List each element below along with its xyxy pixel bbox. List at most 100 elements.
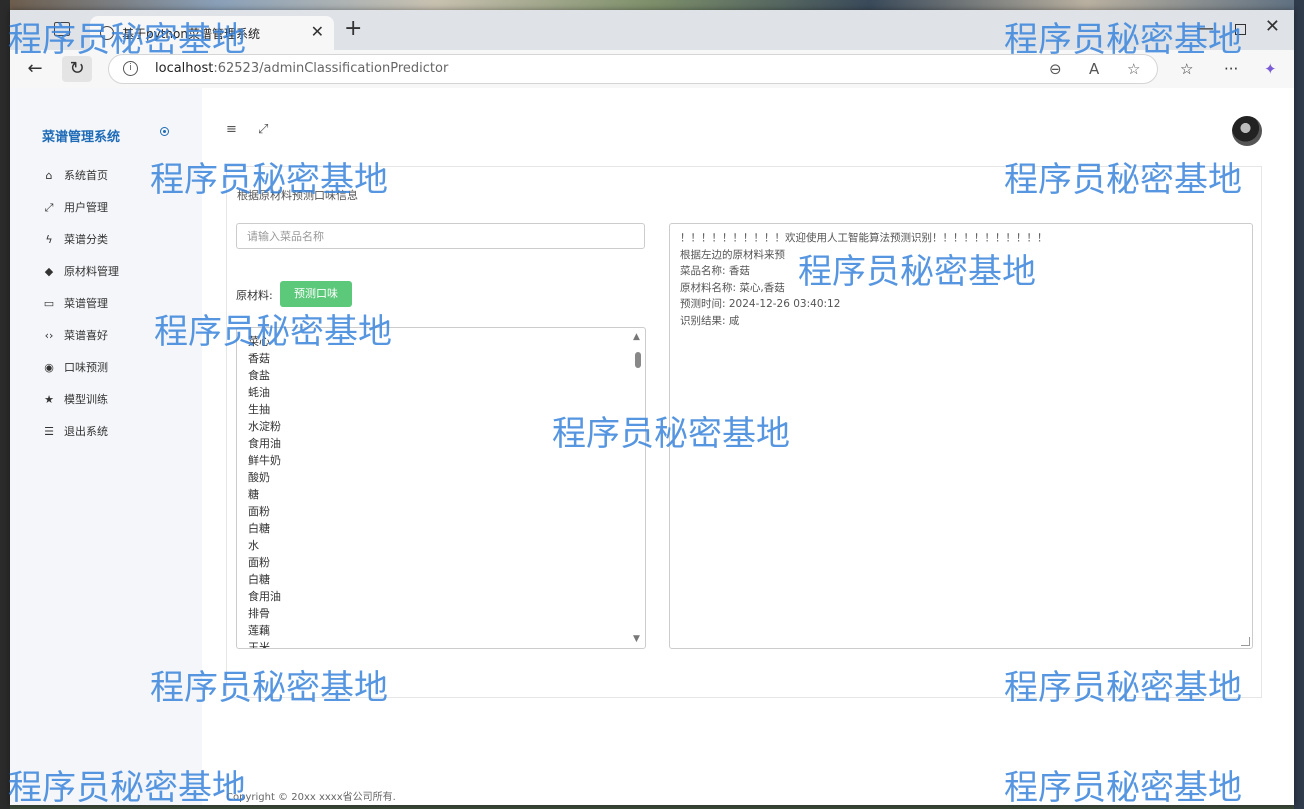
url-host: localhost (155, 61, 214, 76)
sidebar-menu: ⌂ 系统首页 ⤢ 用户管理 ϟ 菜谱分类 ◆ 原材料管理 ▭ 菜谱管理 ‹› 菜谱喜好 ◉ 口… (42, 168, 119, 456)
list-icon: ☰ (44, 425, 54, 438)
scroll-down-icon[interactable]: ▼ (633, 634, 640, 644)
ingredient-option[interactable]: 白糖 (237, 520, 281, 537)
ingredient-option[interactable]: 面粉 (237, 503, 281, 520)
browser-window: 基于python菜谱管理系统 ✕ + — ✕ ← ↻ i localhost:6… (10, 10, 1294, 805)
fullscreen-icon[interactable]: ⤢ (258, 122, 268, 137)
ingredient-option[interactable]: 白糖 (237, 571, 281, 588)
browser-tab[interactable]: 基于python菜谱管理系统 ✕ (90, 16, 334, 50)
sidebar-item-ingredients[interactable]: ◆ 原材料管理 (42, 264, 119, 296)
globe-icon (100, 26, 114, 40)
dish-name-input[interactable] (236, 223, 645, 249)
brand-title: 菜谱管理系统 (42, 130, 121, 145)
ingredient-option[interactable]: 鲜牛奶 (237, 452, 281, 469)
address-toolbar: ← ↻ i localhost:62523/adminClassificatio… (10, 50, 1294, 89)
ingredient-option[interactable]: 食用油 (237, 435, 281, 452)
section-title: 根据原材料预测口味信息 (237, 189, 358, 202)
more-menu-icon[interactable]: ··· (1224, 60, 1238, 78)
layers-icon: ◆ (44, 265, 54, 278)
tab-title: 基于python菜谱管理系统 (122, 27, 260, 41)
sidebar-item-logout[interactable]: ☰ 退出系统 (42, 424, 119, 456)
ingredient-option[interactable]: 生抽 (237, 401, 281, 418)
scroll-thumb[interactable] (635, 352, 641, 368)
reload-icon[interactable]: ↻ (62, 56, 92, 82)
sidebar-item-label: 菜谱分类 (64, 233, 108, 246)
ingredient-option[interactable]: 玉米 (237, 639, 281, 648)
ingredient-option[interactable]: 酸奶 (237, 469, 281, 486)
result-line: 预测时间: 2024-12-26 03:40:12 (680, 298, 841, 310)
desktop-background-left (0, 0, 10, 809)
result-line: ！！！！！！！！！！欢迎使用人工智能算法预测识别！！！！！！！！！！！ (680, 232, 1048, 244)
ingredient-option[interactable]: 蚝油 (237, 384, 281, 401)
sidebar-item-users[interactable]: ⤢ 用户管理 (42, 200, 119, 232)
result-line: 菜品名称: 香菇 (680, 265, 750, 277)
sidebar-item-preferences[interactable]: ‹› 菜谱喜好 (42, 328, 119, 360)
code-icon: ‹› (44, 329, 54, 342)
sidebar-item-home[interactable]: ⌂ 系统首页 (42, 168, 119, 200)
ingredients-items: 菜心 香菇 食盐 蚝油 生抽 水淀粉 食用油 鲜牛奶 酸奶糖面粉 白糖水面粉 白糖 食用油 排骨 莲藕 玉米 (237, 333, 281, 648)
footer-copyright: Copyright © 20xx xxxx省公司所有. (226, 792, 396, 803)
ingredients-label: 原材料: (236, 289, 273, 302)
resize-handle[interactable] (1241, 637, 1250, 646)
ingredients-list[interactable]: 菜心 香菇 食盐 蚝油 生抽 水淀粉 食用油 鲜牛奶 酸奶糖面粉 白糖水面粉 白糖 食用油 排骨 莲藕 玉米… (236, 327, 646, 649)
result-textarea[interactable]: ！！！！！！！！！！欢迎使用人工智能算法预测识别！！！！！！！！！！！ 根据左边… (669, 223, 1253, 649)
window-close-icon[interactable]: ✕ (1265, 16, 1280, 37)
back-icon[interactable]: ← (20, 56, 50, 82)
result-line: 识别结果: 咸 (680, 314, 740, 327)
predict-taste-button[interactable]: 预测口味 (280, 281, 352, 307)
sidebar-toggle-icon[interactable] (160, 127, 169, 136)
prediction-panel: 根据原材料预测口味信息 原材料: 预测口味 菜心香菇食盐蚝油生抽水淀粉食用油鲜牛… (226, 166, 1262, 698)
ingredient-option[interactable]: 水 (237, 537, 281, 554)
info-icon[interactable]: i (123, 61, 138, 76)
page-content: 菜谱管理系统 ⌂ 系统首页 ⤢ 用户管理 ϟ 菜谱分类 ◆ 原材料管理 ▭ 菜谱管理 ‹›… (10, 88, 1294, 805)
ingredient-option[interactable]: 水淀粉 (237, 418, 281, 435)
ingredient-option[interactable]: 排骨 (237, 605, 281, 622)
ingredient-option[interactable]: 糖 (237, 486, 281, 503)
copilot-icon[interactable]: ✦ (1264, 60, 1277, 78)
sidebar-item-taste-prediction[interactable]: ◉ 口味预测 (42, 360, 119, 392)
favorites-icon[interactable]: ☆ (1180, 60, 1193, 78)
ingredient-option[interactable]: 食盐 (237, 367, 281, 384)
hamburger-menu-icon[interactable]: ≡ (226, 122, 237, 137)
sidebar-item-model-training[interactable]: ★ 模型训练 (42, 392, 119, 424)
sidebar-item-label: 菜谱管理 (64, 297, 108, 310)
sidebar-item-label: 原材料管理 (64, 265, 119, 278)
maximize-icon[interactable] (1235, 24, 1246, 35)
tab-bar: 基于python菜谱管理系统 ✕ + — ✕ (10, 10, 1294, 50)
address-bar[interactable]: i localhost:62523/adminClassificationPre… (108, 54, 1158, 84)
sidebar: 菜谱管理系统 ⌂ 系统首页 ⤢ 用户管理 ϟ 菜谱分类 ◆ 原材料管理 ▭ 菜谱管理 ‹›… (10, 88, 202, 805)
close-tab-icon[interactable]: ✕ (311, 22, 324, 41)
sidebar-item-label: 菜谱喜好 (64, 329, 108, 342)
sidebar-item-label: 系统首页 (64, 169, 108, 182)
lightning-icon: ϟ (45, 233, 53, 246)
home-icon: ⌂ (45, 169, 53, 182)
result-line: 根据左边的原材料来预 (680, 248, 785, 261)
sidebar-item-label: 用户管理 (64, 201, 108, 214)
result-line: 原材料名称: 菜心,香菇 (680, 281, 785, 294)
zoom-icon[interactable]: ⊖ (1049, 60, 1062, 78)
sidebar-item-recipes[interactable]: ▭ 菜谱管理 (42, 296, 119, 328)
sidebar-item-label: 模型训练 (64, 393, 108, 406)
tab-actions-icon[interactable] (54, 22, 70, 36)
sidebar-item-label: 口味预测 (64, 361, 108, 374)
ingredient-option[interactable]: 食用油 (237, 588, 281, 605)
sidebar-item-label: 退出系统 (64, 425, 108, 438)
ingredient-option[interactable]: 莲藕 (237, 622, 281, 639)
ingredient-option[interactable]: 香菇 (237, 350, 281, 367)
read-aloud-icon[interactable]: A (1089, 60, 1099, 78)
ingredient-option[interactable]: 面粉 (237, 554, 281, 571)
sidebar-item-categories[interactable]: ϟ 菜谱分类 (42, 232, 119, 264)
scroll-up-icon[interactable]: ▲ (633, 332, 640, 342)
target-icon: ◉ (44, 361, 54, 374)
avatar[interactable] (1232, 116, 1262, 146)
new-tab-button[interactable]: + (344, 16, 362, 41)
desktop-background-right (1294, 0, 1304, 809)
ingredient-option[interactable]: 菜心 (237, 333, 281, 350)
monitor-icon: ▭ (43, 297, 55, 310)
ingredients-scrollbar[interactable]: ▲ ▼ (633, 332, 643, 644)
url-text[interactable]: localhost:62523/adminClassificationPredi… (155, 61, 448, 76)
url-path: :62523/adminClassificationPredictor (213, 61, 449, 76)
minimize-icon[interactable]: — (1196, 18, 1214, 39)
trend-icon: ⤢ (44, 201, 54, 214)
favorite-star-icon[interactable]: ☆ (1127, 60, 1140, 78)
